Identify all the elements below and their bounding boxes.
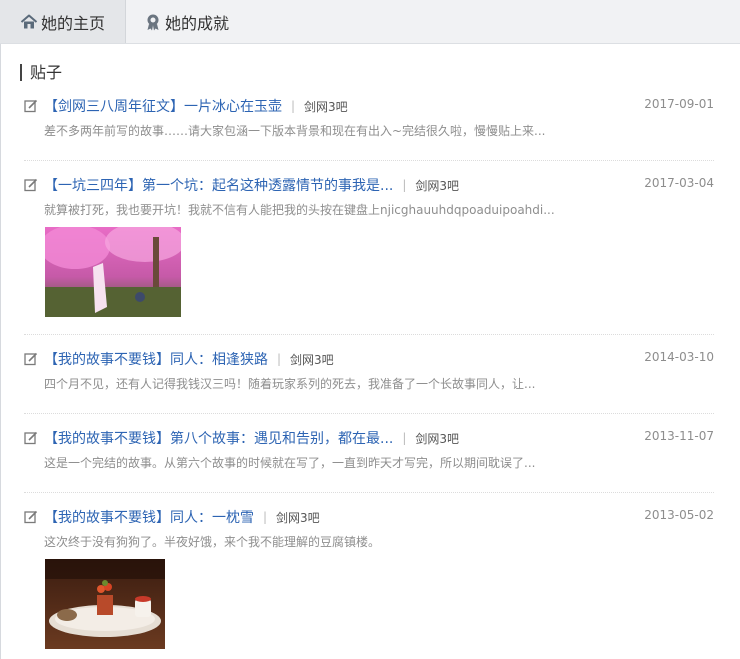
edit-icon xyxy=(24,510,38,524)
forum-link[interactable]: 剑网3吧 xyxy=(276,509,320,526)
edit-icon xyxy=(24,431,38,445)
post-excerpt: 这次终于没有狗狗了。半夜好饿，来个我不能理解的豆腐镇楼。 xyxy=(44,535,381,549)
post-title-link[interactable]: 【一坑三四年】第一个坑：起名这种透露情节的事我是... xyxy=(44,175,393,195)
medal-icon xyxy=(144,13,162,31)
edit-icon xyxy=(24,178,38,192)
forum-link[interactable]: 剑网3吧 xyxy=(415,430,459,447)
post-date: 2013-05-02 xyxy=(644,508,714,522)
edit-icon xyxy=(24,352,38,366)
forum-link[interactable]: 剑网3吧 xyxy=(415,177,459,194)
edit-icon xyxy=(24,99,38,113)
post-excerpt: 差不多两年前写的故事……请大家包涵一下版本背景和现在有出入~完结很久啦，慢慢贴上… xyxy=(44,124,546,138)
post-date: 2014-03-10 xyxy=(644,350,714,364)
forum-link[interactable]: 剑网3吧 xyxy=(290,351,334,368)
post-divider xyxy=(24,492,714,493)
post-title-link[interactable]: 【剑网三八周年征文】一片冰心在玉壶 xyxy=(44,96,282,116)
tab-her-homepage[interactable]: 她的主页 xyxy=(0,0,126,43)
post-date: 2017-03-04 xyxy=(644,176,714,190)
home-icon xyxy=(20,13,38,31)
tab-label: 她的主页 xyxy=(41,13,106,33)
post-excerpt: 这是一个完结的故事。从第六个故事的时候就在写了，一直到昨天才写完，所以期间耽误了… xyxy=(44,456,536,470)
post-title-link[interactable]: 【我的故事不要钱】第八个故事：遇见和告别，都在最... xyxy=(44,428,393,448)
post-title-link[interactable]: 【我的故事不要钱】同人：一枕雪 xyxy=(44,507,254,527)
forum-link[interactable]: 剑网3吧 xyxy=(304,98,348,115)
separator: | xyxy=(402,178,407,192)
post-thumbnail-image[interactable] xyxy=(45,227,181,317)
post-date: 2013-11-07 xyxy=(644,429,714,443)
profile-tab-bar: 她的主页 她的成就 xyxy=(0,0,740,44)
post-divider xyxy=(24,413,714,414)
post-divider xyxy=(24,160,714,161)
separator: | xyxy=(291,99,296,113)
tab-label: 她的成就 xyxy=(165,13,230,33)
separator: | xyxy=(263,510,268,524)
post-excerpt: 就算被打死，我也要开坑！我就不信有人能把我的头按在键盘上njicghauuhdq… xyxy=(44,203,555,217)
tab-her-achievements[interactable]: 她的成就 xyxy=(144,0,229,43)
separator: | xyxy=(277,352,282,366)
post-divider xyxy=(24,334,714,335)
separator: | xyxy=(402,431,407,445)
section-title: 贴子 xyxy=(20,64,62,81)
post-excerpt: 四个月不见，还有人记得我钱汉三吗！随着玩家系列的死去，我准备了一个长故事同人，让… xyxy=(44,377,536,391)
left-border xyxy=(0,0,1,659)
post-title-link[interactable]: 【我的故事不要钱】同人：相逢狭路 xyxy=(44,349,268,369)
post-thumbnail-image[interactable] xyxy=(45,559,165,649)
post-date: 2017-09-01 xyxy=(644,97,714,111)
